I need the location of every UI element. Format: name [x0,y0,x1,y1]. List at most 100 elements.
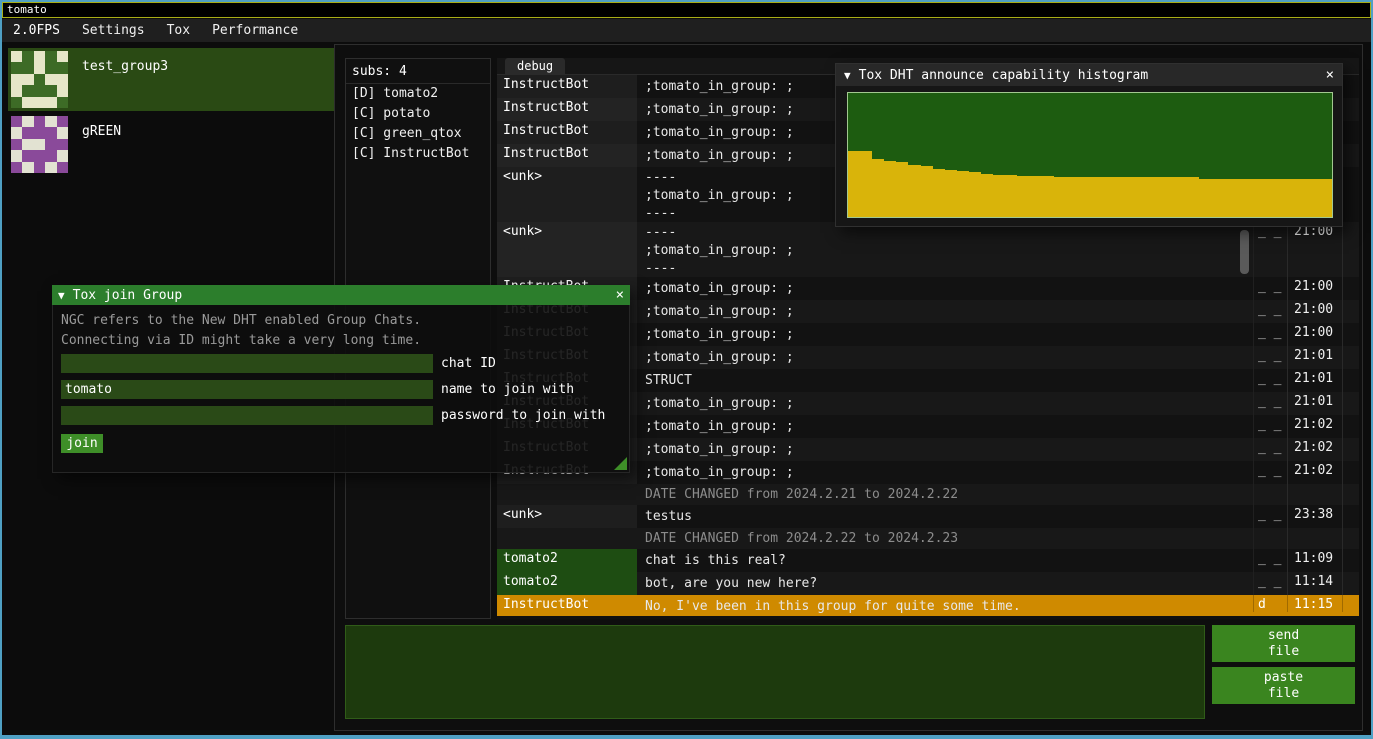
avatar-pixel [45,127,56,138]
message-text: ;tomato_in_group: ; [637,300,1253,323]
histogram-bar [981,174,993,217]
avatar-pixel [22,127,33,138]
message-time: 23:38 [1287,505,1343,528]
histogram-bar [1114,177,1126,217]
message-text: ;tomato_in_group: ; [637,415,1253,438]
send-file-button[interactable]: send file [1212,625,1355,662]
chat-row[interactable]: tomato2chat is this real?_ _11:09 [497,549,1359,572]
histogram-bar [872,159,884,217]
message-author [497,528,637,549]
chat-row[interactable]: DATE CHANGED from 2024.2.22 to 2024.2.23 [497,528,1359,549]
group-item-green[interactable]: gREEN [8,113,334,176]
field-label: name to join with [441,382,574,397]
join-field-chat-id[interactable] [61,354,433,373]
field-label: password to join with [441,408,605,423]
collapse-arrow-icon[interactable]: ▼ [844,69,851,82]
message-flags: _ _ [1253,346,1287,369]
histogram-bar [933,169,945,217]
sub-member-c-green-qtox[interactable]: [C] green_qtox [346,124,490,144]
menubar: 2.0FPSSettingsToxPerformance [2,19,1371,42]
window-title: tomato [7,3,47,16]
message-author: <unk> [497,222,637,277]
histogram-bar [945,170,957,217]
avatar-pixel [34,51,45,62]
histogram-bars [848,93,1332,217]
chat-row[interactable]: InstructBotNo, I've been in this group f… [497,595,1359,616]
histogram-bar [1259,179,1271,217]
avatar-pixel [57,97,68,108]
message-flags: _ _ [1253,222,1287,277]
resize-grip-icon[interactable] [614,457,627,470]
message-text: ;tomato_in_group: ; [637,461,1253,484]
menu-item-tox[interactable]: Tox [156,19,201,42]
collapse-arrow-icon[interactable]: ▼ [58,289,65,302]
avatar-pixel [34,116,45,127]
join-field-name-to-join-with[interactable]: tomato [61,380,433,399]
menu-item-settings[interactable]: Settings [71,19,156,42]
histogram-bar [1102,177,1114,217]
histogram-bar [1295,179,1307,217]
window-titlebar[interactable]: tomato [2,2,1371,18]
chat-row[interactable]: tomato2bot, are you new here?_ _11:14 [497,572,1359,595]
histogram-bar [1090,177,1102,217]
chat-row[interactable]: <unk>---- ;tomato_in_group: ; ----_ _21:… [497,222,1359,277]
message-flags [1253,484,1287,505]
avatar-pixel [45,150,56,161]
join-button[interactable]: join [61,434,103,453]
message-text: ---- ;tomato_in_group: ; ---- [637,222,1253,277]
avatar-pixel [45,162,56,173]
message-text: ;tomato_in_group: ; [637,323,1253,346]
chat-row[interactable]: <unk>testus_ _23:38 [497,505,1359,528]
avatar-pixel [22,97,33,108]
message-time: 11:15 [1287,595,1343,612]
group-avatar [11,116,68,173]
message-author: <unk> [497,167,637,222]
join-group-titlebar[interactable]: ▼ Tox join Group × [52,285,630,305]
message-flags: _ _ [1253,549,1287,572]
sub-member-c-instructbot[interactable]: [C] InstructBot [346,144,490,164]
avatar-pixel [45,62,56,73]
avatar-pixel [11,97,22,108]
avatar-pixel [57,162,68,173]
join-field-password-to-join-with[interactable] [61,406,433,425]
avatar-pixel [22,116,33,127]
sub-member-c-potato[interactable]: [C] potato [346,104,490,124]
menu-item-performance[interactable]: Performance [201,19,309,42]
message-input[interactable] [345,625,1205,719]
histogram-bar [1162,177,1174,217]
paste-file-button[interactable]: paste file [1212,667,1355,704]
group-sidebar: test_group3 gREEN [8,48,334,178]
chat-row[interactable]: DATE CHANGED from 2024.2.21 to 2024.2.22 [497,484,1359,505]
message-time: 21:02 [1287,461,1343,484]
close-icon[interactable]: × [616,287,624,303]
message-time: 21:00 [1287,300,1343,323]
avatar-pixel [22,150,33,161]
histogram-bar [884,161,896,217]
chat-scrollbar[interactable] [1240,230,1249,274]
sub-member-d-tomato2[interactable]: [D] tomato2 [346,84,490,104]
histogram-bar [908,165,920,217]
group-name: gREEN [82,124,121,139]
join-help-text: NGC refers to the New DHT enabled Group … [53,305,629,351]
histogram-bar [969,172,981,217]
message-text: ;tomato_in_group: ; [637,277,1253,300]
join-field-row: password to join with [61,406,629,425]
histogram-bar [1029,176,1041,217]
message-text: ;tomato_in_group: ; [637,346,1253,369]
message-flags: _ _ [1253,415,1287,438]
join-group-window: ▼ Tox join Group × NGC refers to the New… [52,285,630,473]
message-time: 21:00 [1287,222,1343,277]
tab-debug[interactable]: debug [505,58,565,74]
histogram-bar [1066,177,1078,217]
group-item-test-group3[interactable]: test_group3 [8,48,334,111]
dht-histogram-titlebar[interactable]: ▼ Tox DHT announce capability histogram … [836,64,1342,86]
message-flags: _ _ [1253,461,1287,484]
message-time: 21:00 [1287,277,1343,300]
message-time: 21:01 [1287,392,1343,415]
message-author [497,484,637,505]
avatar-pixel [57,116,68,127]
message-author: InstructBot [497,98,637,121]
close-icon[interactable]: × [1326,67,1334,83]
message-flags: d [1253,595,1287,612]
avatar-pixel [11,127,22,138]
